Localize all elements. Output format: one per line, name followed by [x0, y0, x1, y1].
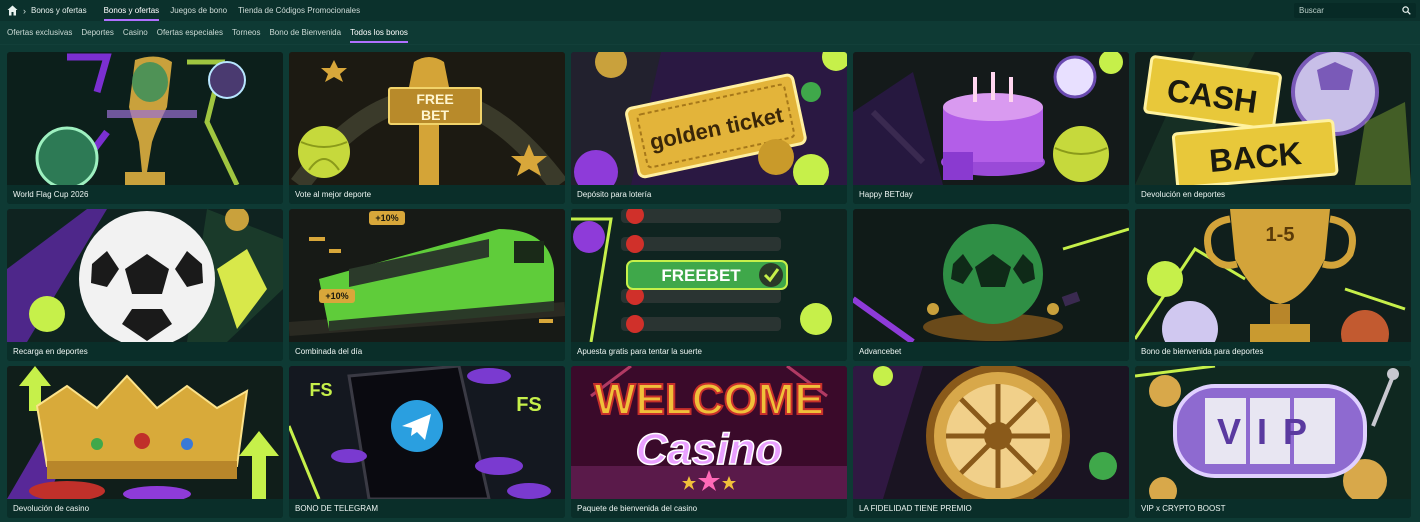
cashback-art: CASH BACK [1135, 52, 1411, 185]
card-title: Devolución de casino [7, 499, 283, 518]
bonus-card-devolucion-casino[interactable]: Devolución de casino [7, 366, 283, 518]
card-title: VIP x CRYPTO BOOST [1135, 499, 1411, 518]
casino-text: Casino [636, 425, 783, 474]
card-title: Devolución en deportes [1135, 185, 1411, 204]
tab-tienda-codigos[interactable]: Tienda de Códigos Promocionales [238, 0, 360, 21]
bonus-card-world-flag-cup[interactable]: World Flag Cup 2026 [7, 52, 283, 204]
category-tabs: Ofertas exclusivas Deportes Casino Ofert… [0, 21, 1420, 45]
freebet-statue-art: FREE BET [289, 52, 565, 185]
top-navigation-bar: › Bonos y ofertas Bonos y ofertas Juegos… [0, 0, 1420, 21]
card-title: Depósito para lotería [571, 185, 847, 204]
crown-art [7, 366, 283, 499]
bonus-card-recarga-deportes[interactable]: Recarga en deportes [7, 209, 283, 361]
card-title: BONO DE TELEGRAM [289, 499, 565, 518]
freebet-list-art: FREEBET [571, 209, 847, 342]
card-title: World Flag Cup 2026 [7, 185, 283, 204]
tab-casino[interactable]: Casino [123, 21, 148, 45]
train-art: +10% +10% [289, 209, 565, 342]
wheel-art [853, 366, 1129, 499]
home-icon[interactable] [7, 5, 18, 16]
golden-ticket-art: golden ticket [571, 52, 847, 185]
boost-text-bottom: +10% [325, 291, 348, 301]
bonus-grid: World Flag Cup 2026 FREE BET Vote al mej… [7, 52, 1413, 518]
breadcrumb-current[interactable]: Bonos y ofertas [31, 6, 87, 15]
fs-text-right: FS [516, 394, 542, 416]
card-title: LA FIDELIDAD TIENE PREMIO [853, 499, 1129, 518]
bonus-card-happy-betday[interactable]: Happy BETday [853, 52, 1129, 204]
tab-ofertas-especiales[interactable]: Ofertas especiales [157, 21, 223, 45]
green-ball-art [853, 209, 1129, 342]
tab-juegos-de-bono[interactable]: Juegos de bono [170, 0, 227, 21]
card-title: Advancebet [853, 342, 1129, 361]
card-title: Happy BETday [853, 185, 1129, 204]
vip-text: VIP [1217, 411, 1323, 452]
boost-text-top: +10% [375, 213, 398, 223]
card-title: Combinada del día [289, 342, 565, 361]
bonus-card-vote-deporte[interactable]: FREE BET Vote al mejor deporte [289, 52, 565, 204]
tab-bono-de-bienvenida[interactable]: Bono de Bienvenida [269, 21, 341, 45]
bonus-card-apuesta-gratis[interactable]: FREEBET Apuesta gratis para tentar la su… [571, 209, 847, 361]
bonus-card-fidelidad[interactable]: LA FIDELIDAD TIENE PREMIO [853, 366, 1129, 518]
bonus-card-bienvenida-deportes[interactable]: 1-5 Bono de bienvenida para deportes [1135, 209, 1411, 361]
bonus-card-devolucion-deportes[interactable]: CASH BACK Devolución en deportes [1135, 52, 1411, 204]
odds-text: 1-5 [1266, 224, 1295, 246]
top-tabs: Bonos y ofertas Juegos de bono Tienda de… [103, 0, 372, 21]
telegram-art: FS FS [289, 366, 565, 499]
card-title: Apuesta gratis para tentar la suerte [571, 342, 847, 361]
search-box [1294, 3, 1416, 18]
tab-bonos-y-ofertas[interactable]: Bonos y ofertas [103, 0, 159, 21]
cup-trophy-art: 1-5 [1135, 209, 1411, 342]
breadcrumb-separator: › [23, 5, 26, 16]
card-title: Bono de bienvenida para deportes [1135, 342, 1411, 361]
vip-slot-art: VIP [1135, 366, 1411, 499]
tab-deportes[interactable]: Deportes [81, 21, 113, 45]
freebet-text: FREEBET [661, 266, 741, 285]
card-title: Recarga en deportes [7, 342, 283, 361]
free-text: FREE [416, 91, 453, 107]
bonus-card-vip-crypto[interactable]: VIP VIP x CRYPTO BOOST [1135, 366, 1411, 518]
welcome-casino-art: WELCOME Casino [571, 366, 847, 499]
soccer-ball-art [7, 209, 283, 342]
bet-text: BET [421, 107, 449, 123]
fs-text-left: FS [309, 380, 332, 400]
tab-ofertas-exclusivas[interactable]: Ofertas exclusivas [7, 21, 72, 45]
card-title: Vote al mejor deporte [289, 185, 565, 204]
bonus-card-deposito-loteria[interactable]: golden ticket Depósito para lotería [571, 52, 847, 204]
tab-todos-los-bonos[interactable]: Todos los bonos [350, 21, 408, 45]
welcome-text: WELCOME [594, 375, 824, 424]
search-icon[interactable] [1402, 6, 1411, 17]
bonus-card-advancebet[interactable]: Advancebet [853, 209, 1129, 361]
trophy-art [7, 52, 283, 185]
search-input[interactable] [1294, 6, 1394, 15]
bonus-card-combinada-dia[interactable]: +10% +10% Combinada del día [289, 209, 565, 361]
birthday-cake-art [853, 52, 1129, 185]
bonus-card-paquete-casino[interactable]: WELCOME Casino Paquete de bienvenida del… [571, 366, 847, 518]
card-title: Paquete de bienvenida del casino [571, 499, 847, 518]
bonus-card-telegram[interactable]: FS FS BONO DE TELEGRAM [289, 366, 565, 518]
tab-torneos[interactable]: Torneos [232, 21, 260, 45]
